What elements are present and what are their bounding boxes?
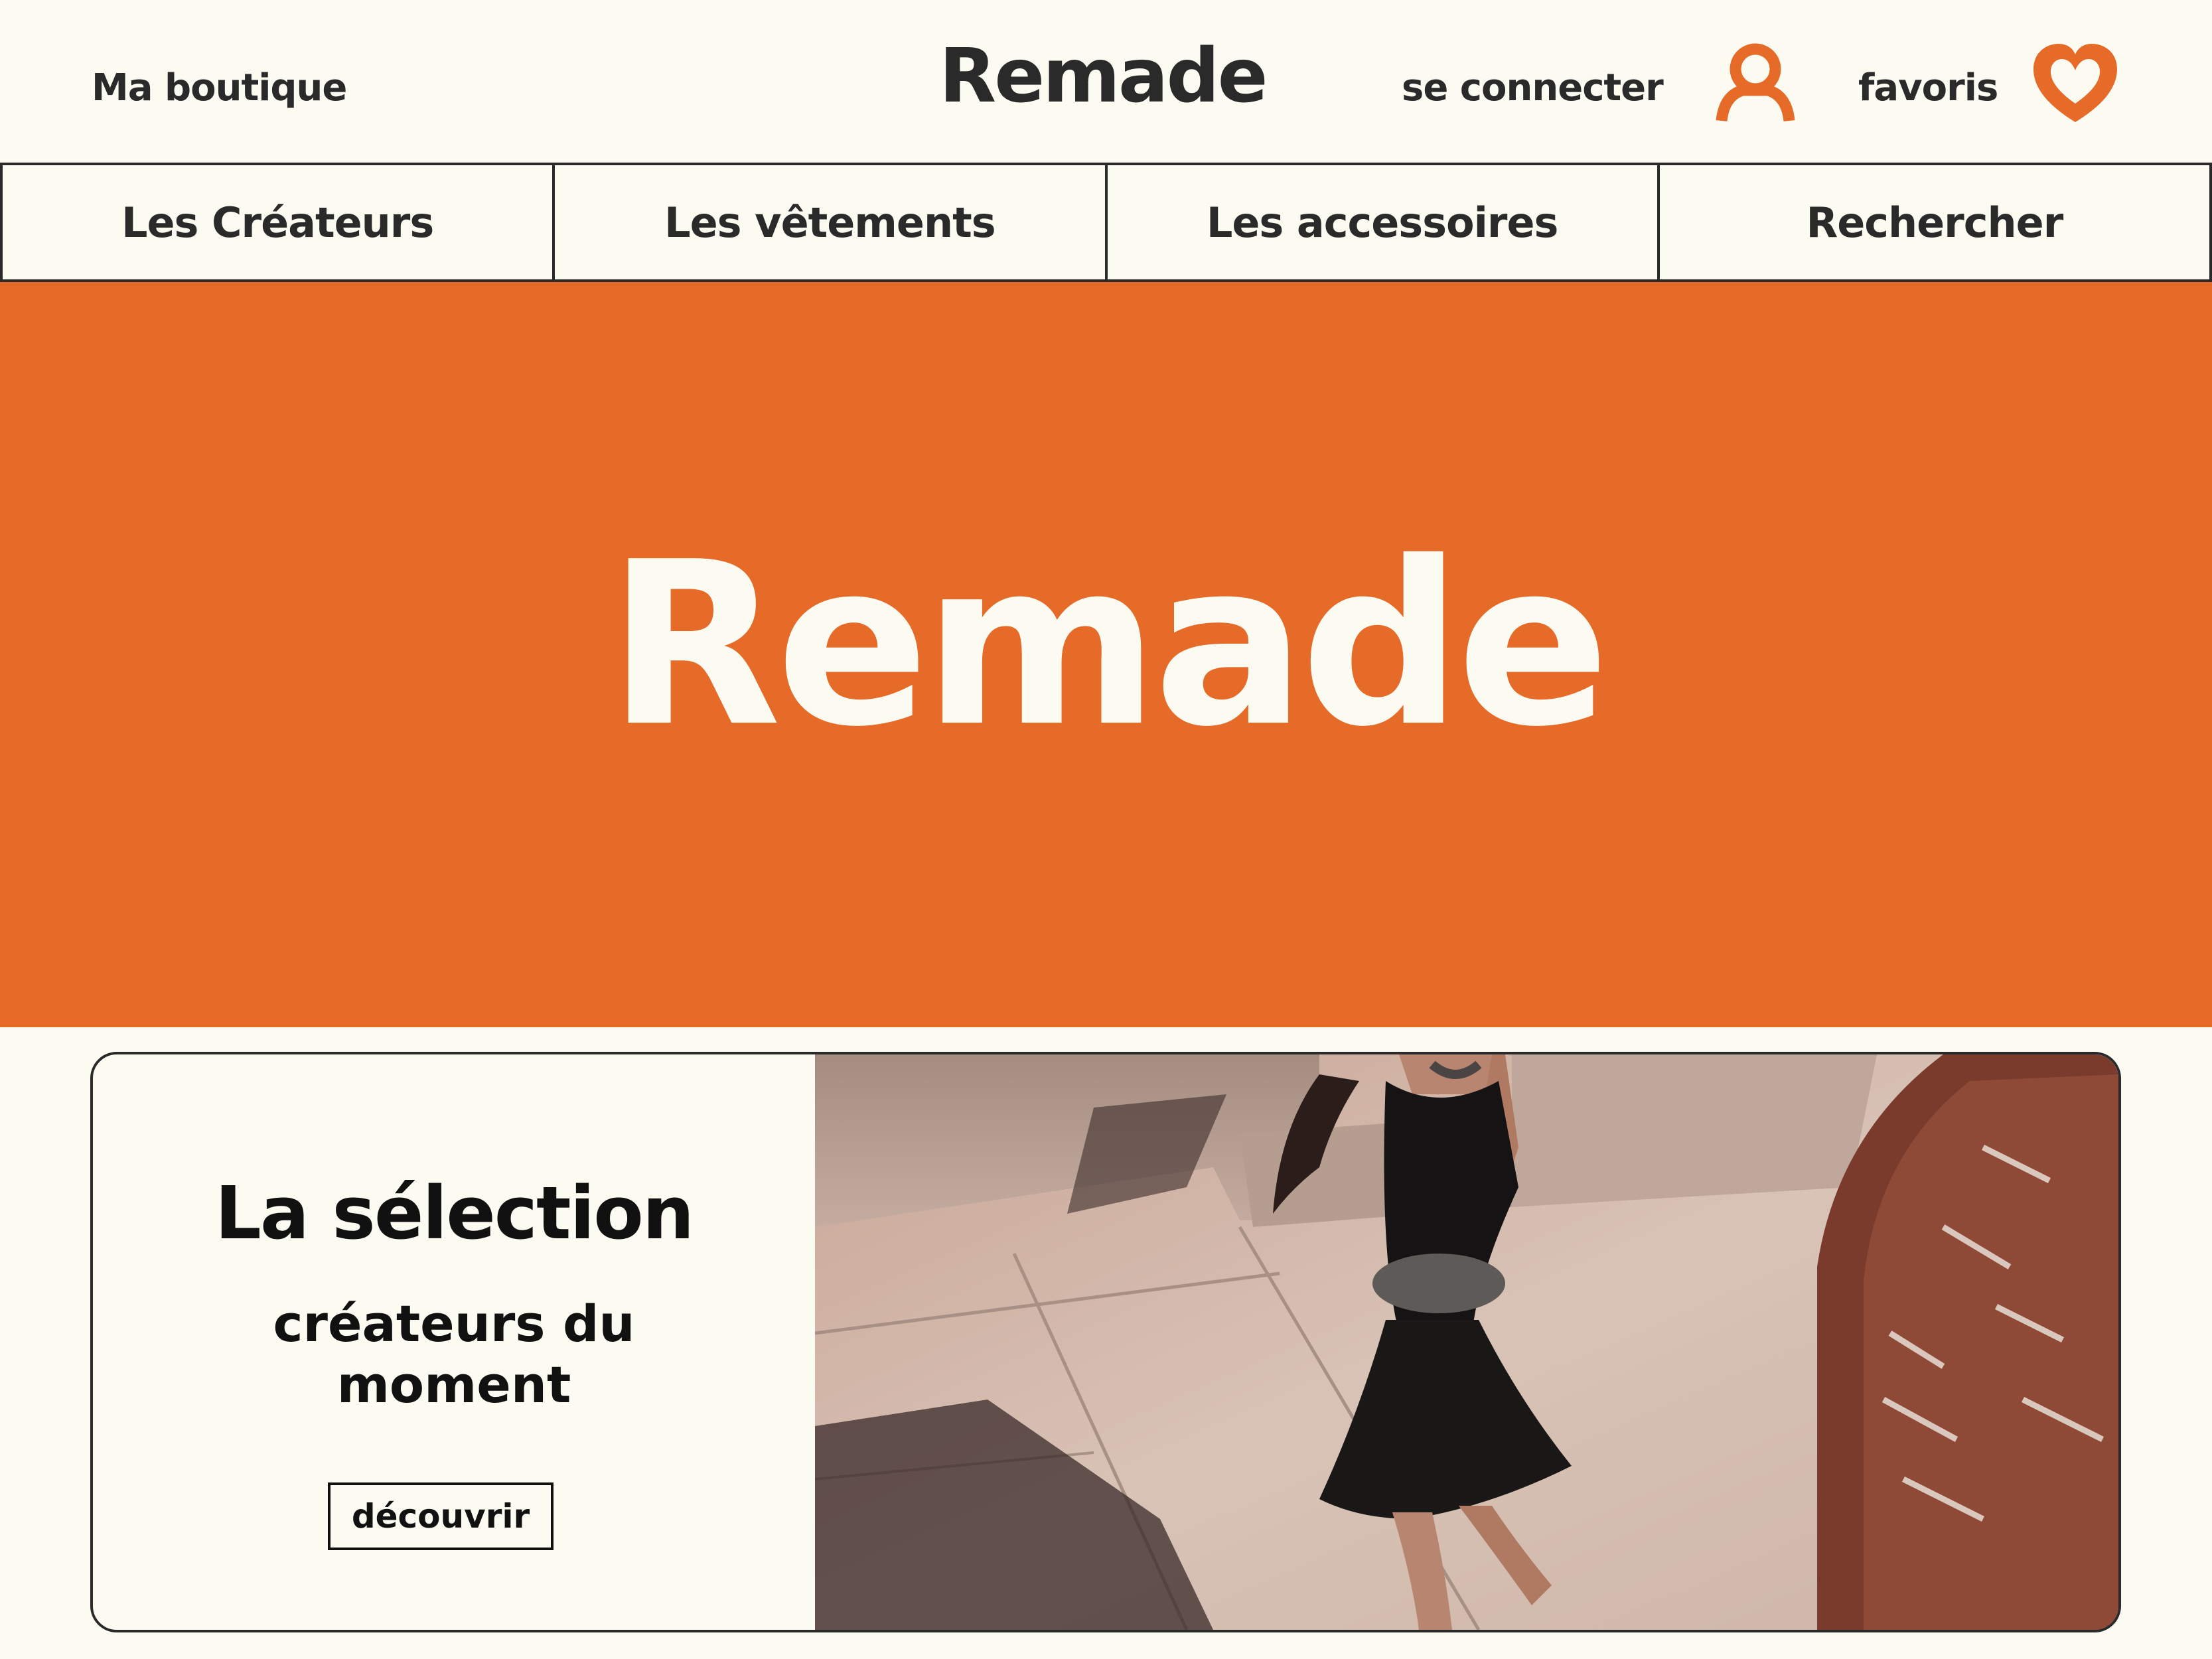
main-nav: Les Créateurs Les vêtements Les accessoi… — [0, 163, 2212, 282]
brand-logo[interactable]: Remade — [939, 33, 1268, 119]
heart-icon[interactable] — [2029, 41, 2121, 127]
fashion-photo-image — [815, 1054, 2118, 1630]
nav-item-search[interactable]: Rechercher — [1657, 165, 2212, 279]
fashion-photo — [815, 1054, 2118, 1630]
selection-subtitle: créateurs du moment — [93, 1293, 815, 1415]
nav-item-clothing[interactable]: Les vêtements — [552, 165, 1104, 279]
selection-title: La sélection — [214, 1171, 694, 1256]
nav-item-creators[interactable]: Les Créateurs — [0, 165, 552, 279]
selection-subtitle-line2: moment — [336, 1355, 571, 1414]
my-shop-link[interactable]: Ma boutique — [92, 66, 347, 109]
selection-subtitle-line1: créateurs du — [273, 1294, 635, 1353]
nav-item-accessories[interactable]: Les accessoires — [1104, 165, 1657, 279]
selection-text-panel: La sélection créateurs du moment découvr… — [93, 1054, 815, 1630]
discover-button[interactable]: découvrir — [328, 1482, 553, 1550]
hero-title: Remade — [607, 513, 1609, 776]
hero-banner: Remade — [0, 282, 2212, 1027]
site-header: Ma boutique Remade se connecter favoris — [0, 0, 2212, 163]
selection-card: La sélection créateurs du moment découvr… — [90, 1052, 2121, 1632]
favorites-link[interactable]: favoris — [1858, 66, 1998, 109]
login-link[interactable]: se connecter — [1402, 66, 1664, 109]
user-icon[interactable] — [1712, 41, 1799, 124]
